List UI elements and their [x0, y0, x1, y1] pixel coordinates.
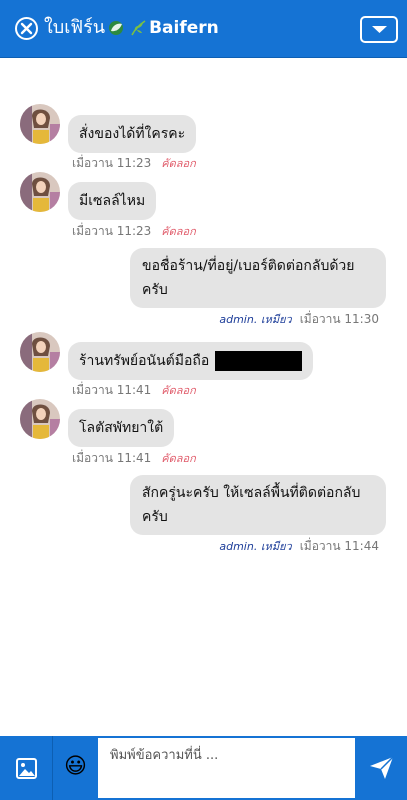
fern-icon: [131, 20, 146, 36]
title-brand: Baifern: [149, 18, 219, 38]
avatar[interactable]: [20, 332, 60, 372]
message-bubble-incoming: มีเซลล์ไหม: [68, 182, 157, 220]
leaf-icon: [109, 21, 124, 35]
message-meta: admin. เหมียว เมื่อวาน 11:44: [219, 537, 379, 556]
smiley-icon: 😃: [64, 754, 87, 779]
copy-link[interactable]: คัดลอก: [161, 157, 196, 170]
chevron-down-icon: [372, 26, 387, 33]
close-icon[interactable]: [15, 17, 38, 40]
copy-link[interactable]: คัดลอก: [161, 384, 196, 397]
message-meta: เมื่อวาน 11:23 คัดลอก: [72, 154, 196, 173]
send-icon: [370, 756, 394, 779]
message-meta: เมื่อวาน 11:41 คัดลอก: [72, 381, 196, 400]
message-meta: admin. เหมียว เมื่อวาน 11:30: [219, 310, 379, 329]
message-text: ร้านทรัพย์อนันต์มือถือ: [79, 353, 210, 369]
avatar[interactable]: [20, 399, 60, 439]
message-time: เมื่อวาน 11:44: [299, 539, 379, 553]
image-icon: [16, 758, 37, 779]
message-time: เมื่อวาน 11:41: [72, 383, 152, 397]
message-time: เมื่อวาน 11:23: [72, 156, 152, 170]
emoji-button[interactable]: 😃: [53, 736, 98, 800]
message-list[interactable]: สั่งของได้ที่ใครคะ เมื่อวาน 11:23 คัดลอก …: [0, 58, 407, 736]
message-time: เมื่อวาน 11:41: [72, 451, 152, 465]
message-sender: admin. เหมียว: [219, 540, 292, 553]
title-thai: ใบเฟิร์น: [44, 17, 106, 38]
message-bubble-incoming: สั่งของได้ที่ใครคะ: [68, 115, 197, 153]
avatar[interactable]: [20, 104, 60, 144]
chat-title: ใบเฟิร์น Baifern: [44, 16, 219, 40]
avatar[interactable]: [20, 172, 60, 212]
message-composer: 😃: [0, 736, 407, 800]
message-bubble-outgoing: สักครู่นะครับ ให้เซลล์พื้นที่ติดต่อกลับค…: [130, 475, 386, 535]
copy-link[interactable]: คัดลอก: [161, 225, 196, 238]
message-sender: admin. เหมียว: [219, 313, 292, 326]
message-meta: เมื่อวาน 11:23 คัดลอก: [72, 222, 196, 241]
message-meta: เมื่อวาน 11:41 คัดลอก: [72, 449, 196, 468]
copy-link[interactable]: คัดลอก: [161, 452, 196, 465]
send-button[interactable]: [357, 736, 407, 800]
chat-header: ใบเฟิร์น Baifern: [0, 0, 407, 58]
message-time: เมื่อวาน 11:30: [299, 312, 379, 326]
message-bubble-incoming: โลตัสพัทยาใต้: [68, 409, 175, 447]
message-time: เมื่อวาน 11:23: [72, 224, 152, 238]
message-bubble-outgoing: ขอชื่อร้าน/ที่อยู่/เบอร์ติดต่อกลับด้วยคร…: [130, 248, 386, 308]
redacted-block: [215, 351, 303, 371]
message-input[interactable]: [98, 738, 355, 798]
attach-image-button[interactable]: [0, 736, 53, 800]
chat-app: ใบเฟิร์น Baifern สั่งของได้ที่ใครคะ เมื่…: [0, 0, 407, 800]
message-bubble-incoming: ร้านทรัพย์อนันต์มือถือ: [68, 342, 314, 380]
dropdown-menu-button[interactable]: [360, 16, 398, 43]
